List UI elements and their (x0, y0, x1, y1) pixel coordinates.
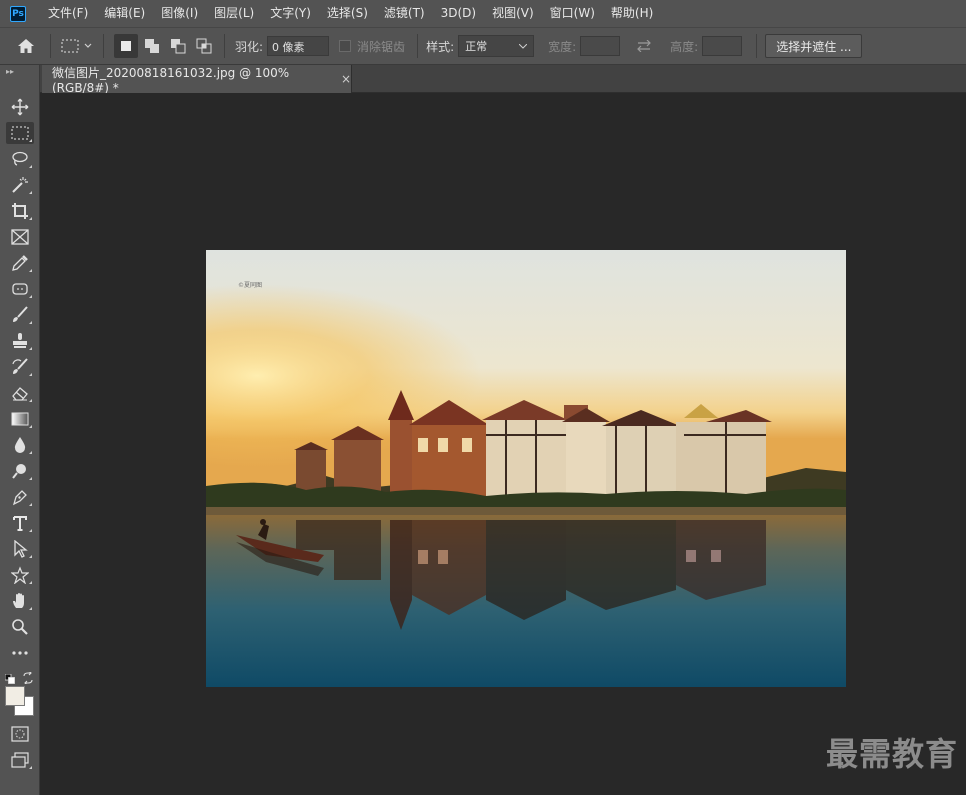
watermark-text: 最需教育 (825, 735, 958, 773)
antialias-label: 消除锯齿 (357, 39, 406, 54)
tool-corner (29, 555, 32, 558)
swap-icon[interactable] (632, 34, 656, 58)
document-tab-bar: 微信图片_20200818161032.jpg @ 100%(RGB/8#) *… (40, 65, 966, 95)
clone-stamp-icon[interactable] (6, 330, 34, 352)
chevron-down-icon (519, 43, 528, 49)
path-select-icon[interactable] (6, 538, 34, 560)
type-icon[interactable] (6, 512, 34, 534)
tool-corner (29, 139, 32, 142)
tool-corner (29, 399, 32, 402)
style-select[interactable]: 正常 (458, 35, 535, 57)
magic-wand-icon[interactable] (6, 174, 34, 196)
screen-mode-icon[interactable] (6, 749, 34, 771)
menu-view[interactable]: 视图(V) (484, 0, 542, 27)
move-tool-icon[interactable] (6, 96, 34, 118)
menu-select[interactable]: 选择(S) (319, 0, 376, 27)
blur-icon[interactable] (6, 434, 34, 456)
tool-preset-picker[interactable] (59, 34, 95, 58)
menu-3d[interactable]: 3D(D) (433, 0, 484, 27)
tools-panel: ▸▸ (0, 65, 40, 795)
image-small-text: ©夏同图 (238, 282, 262, 289)
default-colors-icon[interactable] (4, 669, 15, 684)
eraser-icon[interactable] (6, 382, 34, 404)
antialias-checkbox[interactable]: 消除锯齿 (339, 38, 405, 55)
intersect-selection-icon[interactable] (192, 34, 216, 58)
tool-corner (29, 191, 32, 194)
tool-corner (29, 477, 32, 480)
style-label: 样式: (426, 39, 455, 54)
swap-colors-icon[interactable] (22, 669, 34, 686)
tool-corner (29, 766, 32, 769)
tool-corner (29, 373, 32, 376)
history-brush-icon[interactable] (6, 356, 34, 378)
hand-icon[interactable] (6, 590, 34, 612)
quick-mask-icon[interactable] (6, 723, 34, 745)
menu-layer[interactable]: 图层(L) (206, 0, 262, 27)
tool-corner (29, 217, 32, 220)
select-and-mask-button[interactable]: 选择并遮住 ... (765, 34, 863, 58)
separator (417, 34, 419, 58)
document-tab-title: 微信图片_20200818161032.jpg @ 100%(RGB/8#) * (52, 65, 290, 95)
checkbox-box[interactable] (339, 40, 352, 52)
add-selection-icon[interactable] (140, 34, 164, 58)
subtract-selection-icon[interactable] (166, 34, 190, 58)
gradient-icon[interactable] (6, 408, 34, 430)
panel-collapse-icon[interactable]: ▸▸ (6, 67, 14, 76)
healing-brush-icon[interactable] (6, 278, 34, 300)
dodge-icon[interactable] (6, 460, 34, 482)
new-selection-icon[interactable] (114, 34, 138, 58)
menu-bar: Ps 文件(F) 编辑(E) 图像(I) 图层(L) 文字(Y) 选择(S) 滤… (0, 0, 966, 27)
tool-corner (29, 529, 32, 532)
tool-corner (29, 321, 32, 324)
eyedropper-icon[interactable] (6, 252, 34, 274)
menu-image[interactable]: 图像(I) (153, 0, 206, 27)
menu-window[interactable]: 窗口(W) (542, 0, 603, 27)
more-tools-icon[interactable] (6, 642, 34, 664)
tool-corner (29, 581, 32, 584)
options-bar: 羽化: 0 像素 消除锯齿 样式: 正常 宽度: 高度: 选择并遮住 ... (0, 27, 966, 65)
separator (224, 34, 225, 58)
brush-icon[interactable] (6, 304, 34, 326)
tool-corner (29, 269, 32, 272)
document-tab[interactable]: 微信图片_20200818161032.jpg @ 100%(RGB/8#) *… (42, 65, 352, 95)
feather-label: 羽化: (235, 39, 264, 54)
menu-type[interactable]: 文字(Y) (262, 0, 319, 27)
photoshop-logo-icon: Ps (10, 5, 26, 22)
pen-icon[interactable] (6, 486, 34, 508)
separator (756, 34, 758, 58)
feather-input[interactable]: 0 像素 (267, 36, 330, 56)
marquee-tool-icon[interactable] (6, 122, 34, 144)
canvas-area[interactable]: ©夏同图 最需教育 (40, 93, 966, 795)
height-input[interactable] (702, 36, 743, 56)
menu-filter[interactable]: 滤镜(T) (376, 0, 433, 27)
separator (50, 34, 51, 58)
tool-corner (29, 607, 32, 610)
home-icon[interactable] (14, 34, 38, 58)
tool-corner (29, 503, 32, 506)
tool-corner (29, 425, 32, 428)
tool-corner (29, 347, 32, 350)
width-label: 宽度: (548, 39, 577, 54)
width-input[interactable] (580, 36, 621, 56)
menu-file[interactable]: 文件(F) (40, 0, 96, 27)
separator (103, 34, 104, 58)
frame-tool-icon[interactable] (6, 226, 34, 248)
height-label: 高度: (670, 39, 699, 54)
style-select-value: 正常 (465, 40, 488, 53)
tool-corner (29, 451, 32, 454)
document-image[interactable]: ©夏同图 (206, 250, 846, 687)
menu-edit[interactable]: 编辑(E) (96, 0, 153, 27)
lasso-tool-icon[interactable] (6, 148, 34, 170)
crop-tool-icon[interactable] (6, 200, 34, 222)
tool-corner (29, 295, 32, 298)
tool-corner (29, 165, 32, 168)
zoom-icon[interactable] (6, 616, 34, 638)
shape-icon[interactable] (6, 564, 34, 586)
foreground-color-swatch[interactable] (5, 686, 25, 706)
close-icon[interactable]: × (341, 72, 351, 86)
menu-help[interactable]: 帮助(H) (603, 0, 661, 27)
